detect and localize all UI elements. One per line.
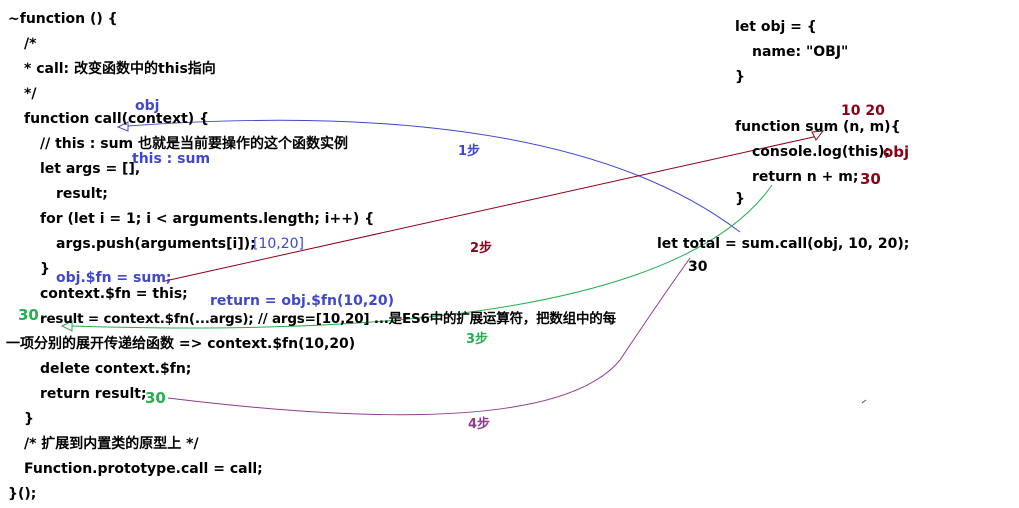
code-line-2: /*: [24, 36, 37, 52]
right-code-line-1: let obj = {: [735, 19, 817, 35]
right-code-line-6: return n + m;: [752, 169, 859, 185]
annotation-obj-fn-sum: obj.$fn = sum;: [56, 270, 172, 286]
code-line-15: delete context.$fn;: [40, 361, 192, 377]
code-line-4: */: [24, 86, 37, 102]
code-line-3: * call: 改变函数中的this指向: [24, 61, 216, 77]
annotation-result-30: 30: [18, 306, 39, 324]
step3-label: 3步: [466, 332, 489, 347]
code-line-11: }: [40, 261, 50, 277]
code-line-18: /* 扩展到内置类的原型上 */: [24, 436, 199, 452]
step2-arrow: [164, 135, 819, 282]
annotation-sum-30: 30: [860, 170, 881, 188]
annotation-console-obj: obj: [883, 143, 910, 161]
annotation-return-30: 30: [145, 389, 166, 407]
right-code-line-7: }: [735, 191, 745, 207]
right-code-line-5: console.log(this);: [752, 144, 891, 160]
right-code-line-8: let total = sum.call(obj, 10, 20);: [657, 236, 910, 252]
stray-mark: [861, 399, 867, 404]
code-line-1: ~function () {: [8, 11, 118, 27]
code-line-5: function call(context) {: [24, 111, 210, 127]
code-line-13: result = context.$fn(...args); // args=[…: [40, 311, 616, 327]
annotation-obj-context: obj: [135, 98, 160, 114]
step2-label: 2步: [470, 241, 493, 256]
step1-label: 1步: [458, 144, 481, 159]
code-line-19: Function.prototype.call = call;: [24, 461, 263, 477]
annotation-total-30: 30: [688, 259, 708, 275]
step3-arrow: [71, 184, 773, 329]
annotation-params-10-20: 10 20: [841, 103, 885, 119]
code-line-14: 一项分别的展开传递给函数 => context.$fn(10,20): [6, 336, 356, 352]
code-line-16: return result;: [40, 386, 147, 402]
code-line-17: }: [24, 411, 34, 427]
annotation-return-obj-fn: return = obj.$fn(10,20): [210, 293, 395, 309]
right-code-line-2: name: "OBJ": [752, 44, 849, 60]
annotation-this-sum: this : sum: [132, 151, 211, 167]
code-line-7: let args = [],: [40, 161, 141, 177]
annotation-args-array: [10,20]: [253, 236, 305, 252]
step4-label: 4步: [468, 417, 491, 432]
code-line-8: result;: [56, 186, 108, 202]
right-code-line-3: }: [735, 69, 745, 85]
code-line-10: args.push(arguments[i]);: [56, 236, 256, 252]
code-line-9: for (let i = 1; i < arguments.length; i+…: [40, 211, 375, 227]
right-code-line-4: function sum (n, m){: [735, 119, 901, 135]
code-line-20: }();: [8, 486, 37, 502]
diagram-canvas: ~function () { /* * call: 改变函数中的this指向 *…: [0, 0, 1019, 508]
code-line-12: context.$fn = this;: [40, 286, 188, 302]
